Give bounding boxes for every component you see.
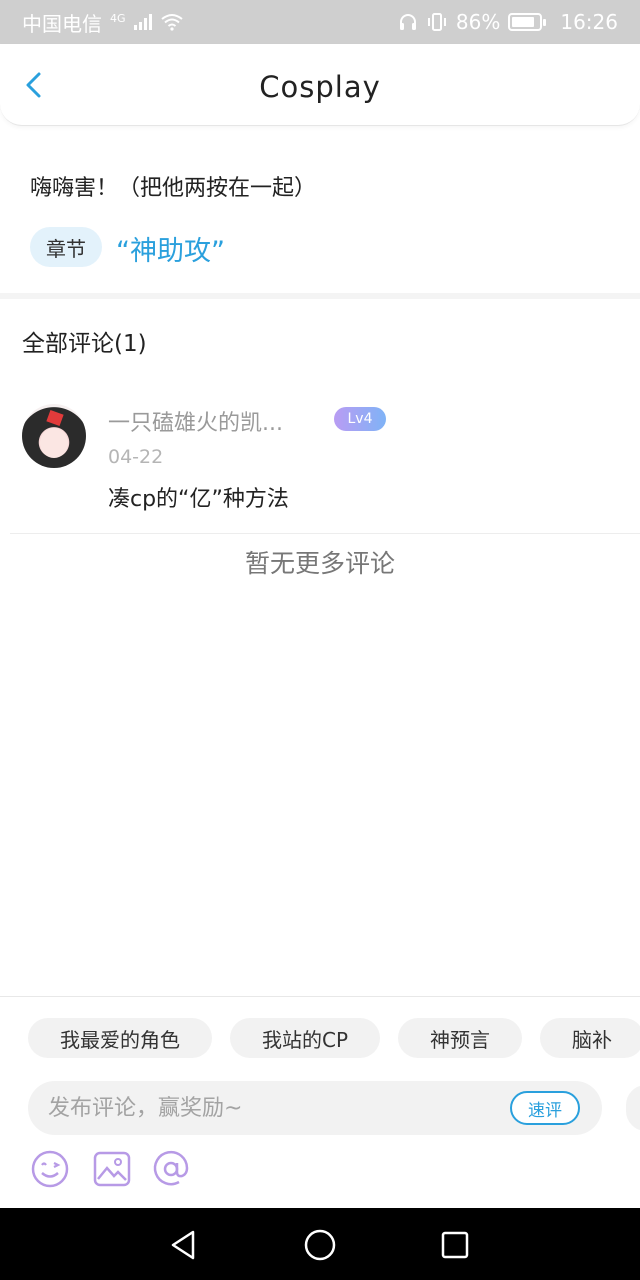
top-nav-bar: Cosplay (0, 44, 640, 126)
divider (10, 533, 640, 534)
nav-back-icon[interactable] (166, 1228, 200, 1262)
comment-username[interactable]: 一只磕雄火的凯... (108, 405, 283, 437)
quick-comment-button[interactable]: 速评 (510, 1091, 580, 1125)
system-nav-bar (0, 1208, 640, 1280)
chapter-name-link[interactable]: “神助攻” (116, 229, 225, 268)
emoji-icon[interactable] (30, 1149, 70, 1189)
page-title: Cosplay (259, 70, 381, 104)
chip-my-cp[interactable]: 我站的CP (230, 1018, 381, 1058)
comments-heading: 全部评论(1) (22, 331, 147, 357)
comment-input[interactable] (48, 1091, 488, 1125)
nav-recents-icon[interactable] (438, 1228, 472, 1262)
comment-composer: 我最爱的角色 我站的CP 神预言 脑补 速评 (0, 996, 640, 1208)
avatar[interactable] (22, 404, 86, 468)
battery-percent: 86% (455, 10, 501, 34)
chip-imagination[interactable]: 脑补 (540, 1018, 640, 1058)
level-badge: Lv4 (334, 407, 386, 431)
no-more-comments-label: 暂无更多评论 (244, 549, 395, 578)
comment-date: 04-22 (108, 446, 164, 468)
network-label: 4G (110, 11, 126, 25)
chapter-tag: 章节 (30, 227, 102, 267)
signal-icon (133, 14, 152, 30)
chip-prophecy[interactable]: 神预言 (398, 1018, 523, 1058)
battery-icon (508, 13, 547, 31)
headphone-icon (399, 14, 416, 30)
post-text: 嗨嗨害！（把他两按在一起） (30, 176, 317, 201)
send-button-partial[interactable] (626, 1085, 640, 1131)
quick-topic-chips: 我最爱的角色 我站的CP 神预言 脑补 (28, 1018, 640, 1058)
section-divider (0, 293, 640, 299)
image-icon[interactable] (92, 1149, 132, 1189)
chip-favorite-character[interactable]: 我最爱的角色 (28, 1018, 212, 1058)
nav-home-icon[interactable] (303, 1228, 337, 1262)
carrier-label: 中国电信 (22, 11, 102, 36)
mention-icon[interactable] (151, 1149, 191, 1189)
comment-text[interactable]: 凑cp的“亿”种方法 (108, 481, 289, 513)
clock: 16:26 (560, 10, 618, 34)
vibrate-icon (427, 13, 446, 31)
status-bar: 中国电信 4G 86% 16:26 (0, 0, 640, 44)
comment-input-box[interactable]: 速评 (28, 1081, 602, 1135)
wifi-icon (160, 14, 183, 31)
